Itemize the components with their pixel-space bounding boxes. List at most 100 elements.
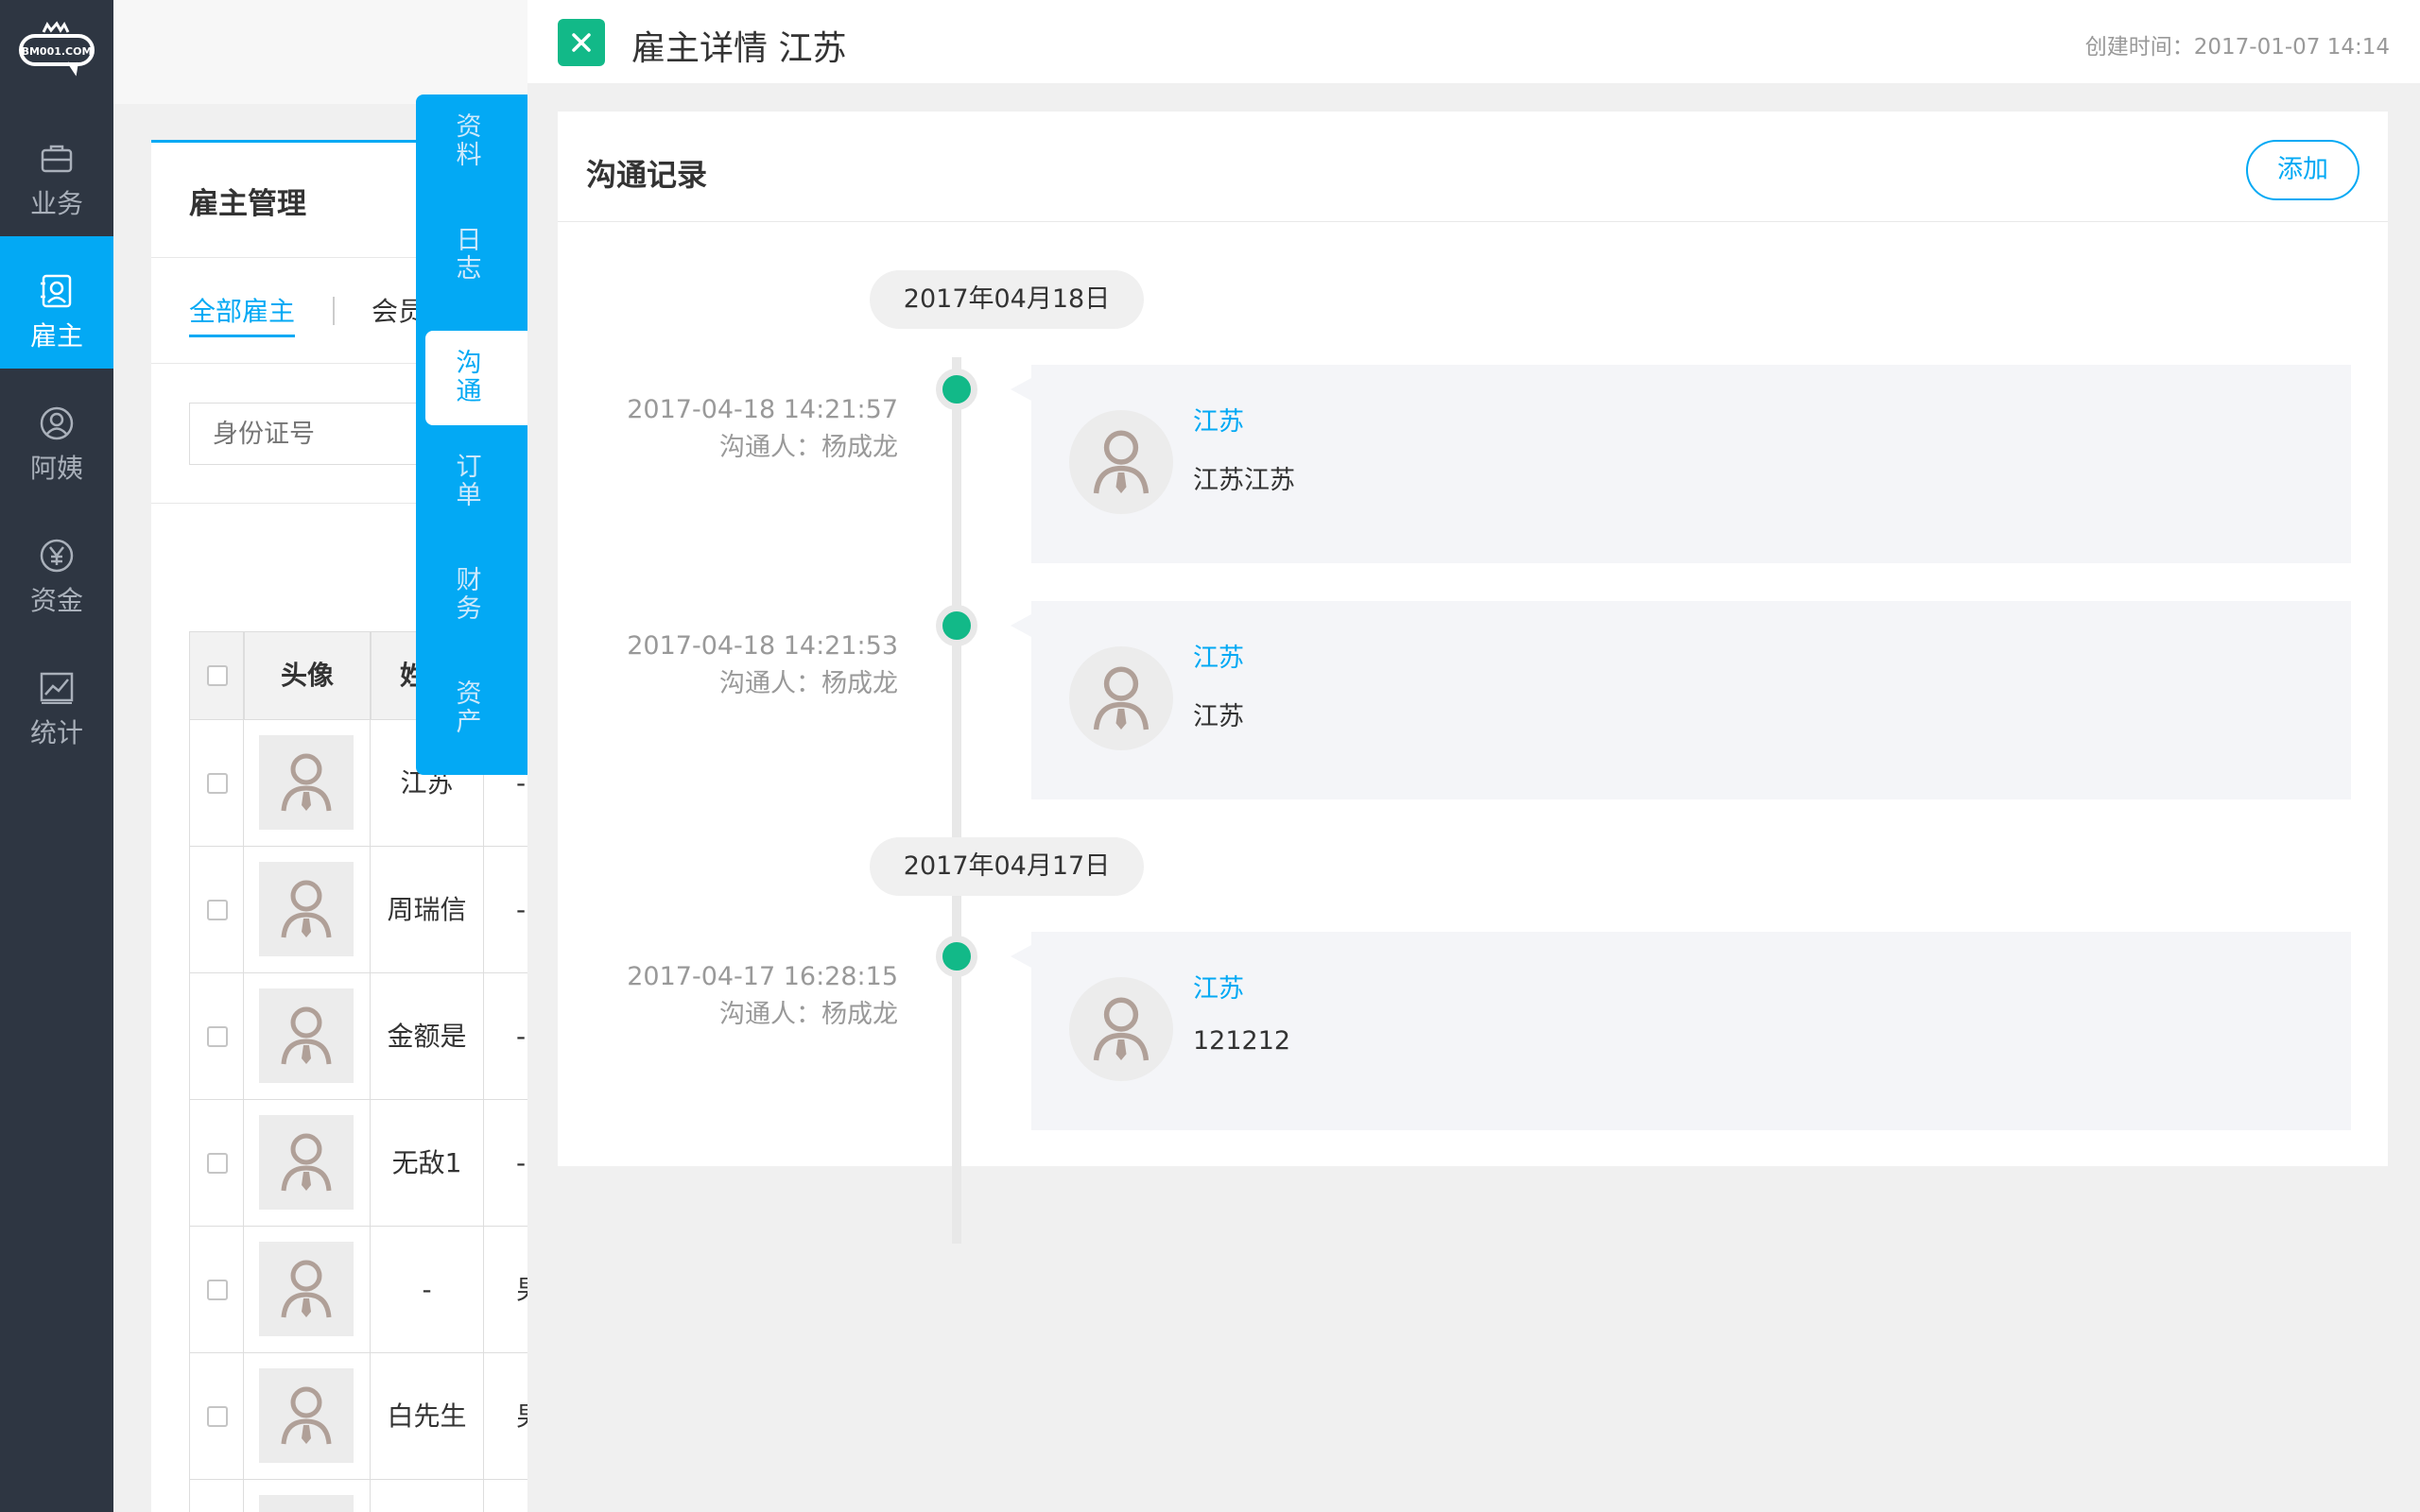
select-cell xyxy=(189,1353,244,1480)
chart-icon xyxy=(40,671,74,705)
side-tab-label: 沟通 xyxy=(456,349,482,406)
nav-item-funds[interactable]: 资金 xyxy=(0,501,113,633)
close-button[interactable] xyxy=(558,19,605,66)
side-tab-assets[interactable]: 资产 xyxy=(416,680,529,775)
employer-detail-panel: 雇主详情 江苏 创建时间：2017-01-07 14:14 沟通记录 添加 20… xyxy=(527,0,2420,1512)
avatar xyxy=(259,1115,354,1210)
avatar xyxy=(259,988,354,1083)
add-button[interactable]: 添加 xyxy=(2246,140,2360,200)
logo-text: BM001.COM xyxy=(22,45,93,58)
panel-title: 雇主详情 江苏 xyxy=(631,29,847,68)
table-row[interactable]: 白先生 男 xyxy=(189,1353,567,1480)
name-cell xyxy=(371,1480,484,1512)
row-checkbox[interactable] xyxy=(207,900,228,920)
table-header-select xyxy=(189,631,244,720)
select-all-checkbox[interactable] xyxy=(207,665,228,686)
avatar-cell xyxy=(244,1480,371,1512)
avatar-cell xyxy=(244,1100,371,1227)
timeline-dot xyxy=(936,605,977,646)
table-row[interactable]: 周瑞信 - xyxy=(189,847,567,973)
side-tab-label: 资料 xyxy=(456,112,482,170)
nav-item-stats[interactable]: 统计 xyxy=(0,633,113,765)
side-tab-label: 日志 xyxy=(456,226,482,284)
avatar xyxy=(1069,977,1173,1081)
record-text: 江苏江苏 xyxy=(1193,466,1295,495)
record-contact: 沟通人：杨成龙 xyxy=(719,1000,898,1029)
side-tab-log[interactable]: 日志 xyxy=(416,227,529,321)
avatar-cell xyxy=(244,1227,371,1353)
nav-label: 资金 xyxy=(29,585,83,616)
avatar xyxy=(259,862,354,956)
side-tab-orders[interactable]: 订单 xyxy=(416,454,529,548)
timeline-dot xyxy=(936,369,977,410)
record-bubble: 江苏 江苏 xyxy=(1011,601,2351,799)
record-text: 江苏 xyxy=(1193,702,1244,731)
card-title: 沟通记录 xyxy=(586,157,708,193)
record-name-link[interactable]: 江苏 xyxy=(1193,637,1244,674)
row-checkbox[interactable] xyxy=(207,1153,228,1174)
page-title: 雇主管理 xyxy=(189,187,306,221)
record-meta: 2017-04-18 14:21:53 沟通人：杨成龙 xyxy=(558,627,898,703)
record-time: 2017-04-18 14:21:53 xyxy=(627,631,898,661)
avatar-cell xyxy=(244,973,371,1100)
avatar-cell xyxy=(244,847,371,973)
row-checkbox[interactable] xyxy=(207,773,228,794)
name-cell: 白先生 xyxy=(371,1353,484,1480)
tab-divider xyxy=(333,297,335,325)
created-time-value: 2017-01-07 14:14 xyxy=(2193,35,2390,60)
close-icon xyxy=(572,33,591,52)
created-time: 创建时间：2017-01-07 14:14 xyxy=(2085,28,2390,60)
timeline-dot xyxy=(936,936,977,977)
avatar xyxy=(259,1368,354,1463)
side-tab-communication[interactable]: 沟通 xyxy=(425,331,529,425)
side-tab-label: 资产 xyxy=(456,679,482,737)
record-bubble: 江苏 121212 xyxy=(1011,932,2351,1130)
timeline-date: 2017年04月18日 xyxy=(870,270,1144,329)
nav-label: 业务 xyxy=(29,188,83,219)
select-cell xyxy=(189,1480,244,1512)
side-tab-finance[interactable]: 财务 xyxy=(416,567,529,662)
record-meta: 2017-04-18 14:21:57 沟通人：杨成龙 xyxy=(558,391,898,467)
table-row-partial xyxy=(189,1480,567,1512)
side-tab-label: 财务 xyxy=(456,566,482,624)
avatar-cell xyxy=(244,720,371,847)
select-cell xyxy=(189,847,244,973)
record-bubble: 江苏 江苏江苏 xyxy=(1011,365,2351,563)
name-cell: - xyxy=(371,1227,484,1353)
row-checkbox[interactable] xyxy=(207,1026,228,1047)
row-checkbox[interactable] xyxy=(207,1280,228,1300)
timeline-line xyxy=(952,357,961,1244)
tab-all-employers[interactable]: 全部雇主 xyxy=(189,291,296,337)
name-cell: 无敌1 xyxy=(371,1100,484,1227)
yen-icon xyxy=(40,539,74,573)
avatar xyxy=(259,735,354,830)
record-meta: 2017-04-17 16:28:15 沟通人：杨成龙 xyxy=(558,958,898,1034)
name-cell: 周瑞信 xyxy=(371,847,484,973)
detail-side-tabs: 资料 日志 沟通 订单 财务 资产 xyxy=(416,94,529,775)
row-checkbox[interactable] xyxy=(207,1406,228,1427)
briefcase-icon xyxy=(40,142,74,176)
record-time: 2017-04-18 14:21:57 xyxy=(627,395,898,424)
divider xyxy=(558,221,2388,222)
table-header-avatar: 头像 xyxy=(244,631,371,720)
record-name-link[interactable]: 江苏 xyxy=(1193,968,1244,1005)
nav-label: 统计 xyxy=(29,717,83,748)
table-row[interactable]: - 男 xyxy=(189,1227,567,1353)
select-cell xyxy=(189,1227,244,1353)
employer-card-icon xyxy=(40,274,74,308)
communication-records-card: 沟通记录 添加 2017年04月18日 2017-04-18 14:21:57 … xyxy=(558,112,2388,1244)
nav-item-employer[interactable]: 雇主 xyxy=(0,236,113,369)
nav-label: 雇主 xyxy=(29,320,83,352)
table-row[interactable]: 金额是 - xyxy=(189,973,567,1100)
logo[interactable]: BM001.COM xyxy=(17,19,96,79)
avatar xyxy=(259,1242,354,1336)
page-header xyxy=(113,0,529,104)
select-cell xyxy=(189,720,244,847)
table-row[interactable]: 无敌1 - xyxy=(189,1100,567,1227)
timeline-date: 2017年04月17日 xyxy=(870,837,1144,896)
nav-item-business[interactable]: 业务 xyxy=(0,104,113,236)
nav-item-nanny[interactable]: 阿姨 xyxy=(0,369,113,501)
name-cell: 金额是 xyxy=(371,973,484,1100)
record-name-link[interactable]: 江苏 xyxy=(1193,401,1244,438)
side-tab-profile[interactable]: 资料 xyxy=(416,113,529,208)
